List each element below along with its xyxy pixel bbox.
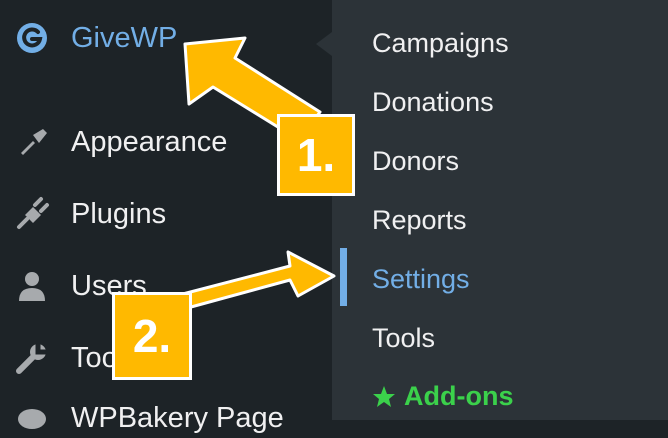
sidebar-item-label: Appearance <box>71 125 228 158</box>
submenu-item-addons[interactable]: Add-ons <box>372 381 513 412</box>
wrench-icon <box>12 338 52 378</box>
submenu-caret <box>316 32 332 56</box>
submenu-item-donors[interactable]: Donors <box>372 146 459 177</box>
step-2-badge: 2. <box>112 292 192 380</box>
plug-icon <box>12 194 52 234</box>
submenu-item-tools[interactable]: Tools <box>372 323 435 354</box>
submenu-item-settings[interactable]: Settings <box>372 264 470 295</box>
submenu-item-reports[interactable]: Reports <box>372 205 467 236</box>
star-icon <box>373 385 395 407</box>
user-icon <box>12 266 52 306</box>
sidebar-item-label: GiveWP <box>71 21 178 54</box>
sidebar-item-label: WPBakery Page <box>71 401 284 434</box>
addons-label: Add-ons <box>404 381 514 411</box>
sidebar-item-label: Plugins <box>71 197 167 230</box>
givewp-logo-icon <box>12 18 52 58</box>
submenu-item-campaigns[interactable]: Campaigns <box>372 28 509 59</box>
active-indicator <box>340 248 347 306</box>
paintbrush-icon <box>12 122 52 162</box>
step-1-badge: 1. <box>277 114 355 196</box>
submenu-item-donations[interactable]: Donations <box>372 87 494 118</box>
wpbakery-icon <box>12 398 52 438</box>
